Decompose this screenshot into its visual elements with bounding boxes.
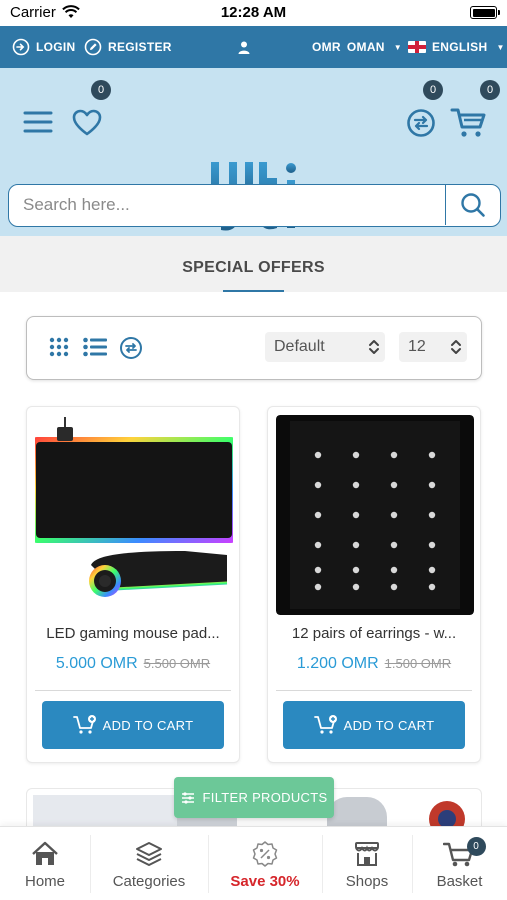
clock: 12:28 AM [220,4,287,21]
product-name[interactable]: 12 pairs of earrings - w... [276,625,472,642]
cart-count-badge: 0 [480,80,500,100]
product-price: 1.200 OMR [296,655,379,672]
account-button[interactable] [238,26,250,68]
basket-icon: 0 [442,837,486,869]
filter-sliders-icon [181,791,194,804]
product-old-price: 1.500 OMR [384,656,452,671]
product-price: 5.000 OMR [55,655,138,672]
language-selector[interactable]: ENGLISH ▼ [408,26,505,68]
filter-products-button[interactable]: FILTER PRODUCTS [174,777,334,818]
product-prices: 1.200 OMR 1.500 OMR [268,655,480,673]
compare-icon [407,109,435,137]
sort-select[interactable]: Default [265,332,385,362]
register-label: REGISTER [108,40,172,54]
add-to-cart-label: ADD TO CART [102,717,194,733]
edit-icon [84,38,102,56]
add-to-cart-button[interactable]: ADD TO CART [42,701,224,749]
nav-basket-label: Basket [436,873,483,890]
nav-shops-label: Shops [345,873,389,890]
flag-icon [408,41,426,53]
layers-icon [135,839,163,869]
add-to-cart-icon [313,715,337,734]
product-old-price: 5.500 OMR [143,656,211,671]
nav-home-label: Home [24,873,65,890]
chevron-down-icon: ▼ [393,42,402,52]
product-image[interactable] [35,415,233,615]
bottom-navigation: Home Categories Save 30% Shops 0 Basket [0,826,507,900]
heart-icon [72,109,102,135]
wishlist-count-badge: 0 [91,80,111,100]
product-prices: 5.000 OMR 5.500 OMR [27,655,239,673]
nav-basket[interactable]: 0 Basket [412,827,507,900]
discount-badge-icon [251,839,279,869]
product-name[interactable]: LED gaming mouse pad... [35,625,231,642]
product-image[interactable] [276,415,474,615]
basket-count-badge: 0 [466,837,486,856]
store-icon [353,839,381,869]
compare-icon [120,337,142,359]
product-card[interactable]: LED gaming mouse pad... 5.000 OMR 5.500 O… [26,406,240,763]
section-title: SPECIAL OFFERS [182,259,325,276]
chevron-updown-icon [445,338,467,356]
battery-icon [470,6,500,19]
list-icon [83,337,107,357]
nav-categories[interactable]: Categories [90,827,208,900]
nav-save-label: Save 30% [230,873,300,890]
currency-label: OMR [312,40,341,54]
search-bar [8,184,501,227]
list-view-button[interactable] [82,335,108,359]
nav-save[interactable]: Save 30% [208,827,322,900]
register-link[interactable]: REGISTER [84,26,172,68]
grid-view-button[interactable] [47,335,71,359]
login-label: LOGIN [36,40,76,54]
add-to-cart-button[interactable]: ADD TO CART [283,701,465,749]
hamburger-icon [23,111,53,133]
login-icon [12,38,30,56]
per-page-value: 12 [408,338,426,355]
user-icon [238,41,250,54]
currency-country-selector[interactable]: OMR OMAN ▼ [312,26,402,68]
top-bar: LOGIN REGISTER OMR OMAN ▼ ENGLISH ▼ [0,26,507,68]
compare-count-badge: 0 [423,80,443,100]
login-link[interactable]: LOGIN [12,26,76,68]
grid-icon [49,337,69,357]
menu-button[interactable] [20,106,56,138]
country-label: OMAN [346,40,385,54]
nav-shops[interactable]: Shops [322,827,412,900]
status-bar: Carrier 12:28 AM [0,0,507,26]
divider [276,690,472,691]
cart-button[interactable] [448,106,490,140]
per-page-select[interactable]: 12 [399,332,467,362]
listing-toolbar: Default 12 [26,316,482,380]
nav-categories-label: Categories [112,873,186,890]
cart-icon [450,108,486,137]
search-button[interactable] [445,185,500,225]
language-label: ENGLISH [432,40,488,54]
add-to-cart-label: ADD TO CART [343,717,435,733]
chevron-updown-icon [363,338,385,356]
add-to-cart-icon [72,715,96,734]
chevron-down-icon: ▼ [496,42,505,52]
divider [35,690,231,691]
product-card[interactable]: 12 pairs of earrings - w... 1.200 OMR 1.5… [267,406,481,763]
wishlist-button[interactable] [70,106,104,138]
sort-value: Default [274,338,325,355]
compare-view-button[interactable] [118,335,144,361]
search-icon [461,193,485,217]
home-icon [31,839,59,869]
compare-button[interactable] [404,106,438,140]
section-underline [223,290,284,292]
search-input[interactable] [9,185,445,225]
filter-products-label: FILTER PRODUCTS [202,790,328,805]
nav-home[interactable]: Home [0,827,90,900]
